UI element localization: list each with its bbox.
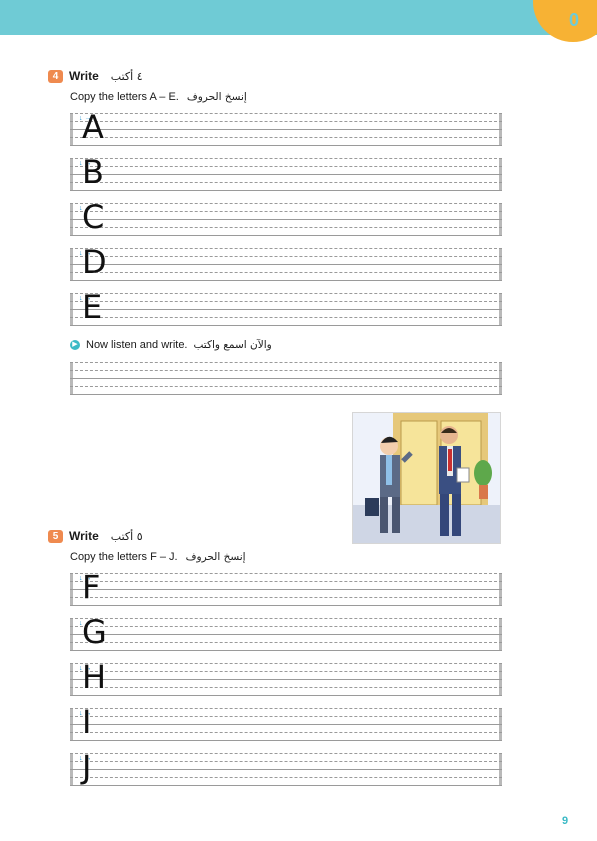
letter-row[interactable]: ↓→ E (70, 289, 502, 326)
guide-line (70, 137, 502, 138)
guide-line (70, 182, 502, 183)
model-letter: A (82, 108, 104, 146)
base-line (70, 174, 502, 175)
listen-text-arabic: والآن اسمع واكتب (193, 339, 272, 351)
unit-number: 0 (568, 10, 579, 30)
guide-line (70, 158, 502, 159)
base-line (70, 394, 502, 395)
guide-line (70, 716, 502, 717)
base-line (70, 309, 502, 310)
guide-line (70, 573, 502, 574)
model-letter: G (82, 613, 107, 651)
model-letter: E (82, 288, 103, 326)
model-letter: C (82, 198, 105, 236)
base-line (70, 129, 502, 130)
base-line (70, 769, 502, 770)
base-line (70, 219, 502, 220)
instruction-text: Copy the letters F – J. (70, 551, 178, 563)
guide-line (70, 113, 502, 114)
letter-row[interactable]: ↓→ A (70, 109, 502, 146)
exercise-4-instruction: Copy the letters A – E. إنسخ الحروف (70, 91, 247, 103)
base-line (70, 589, 502, 590)
exercise-number-badge: 4 (48, 69, 63, 83)
exercise-5-heading: 5 Write ٥ أكتب (48, 528, 143, 544)
base-line (70, 679, 502, 680)
guide-line (70, 362, 502, 363)
base-line (70, 264, 502, 265)
exercise-title: Write (69, 69, 99, 83)
model-letter: F (82, 568, 101, 606)
model-letter: H (82, 658, 107, 696)
base-line (70, 695, 502, 696)
guide-line (70, 256, 502, 257)
exercise-4-heading: 4 Write ٤ أكتب (48, 68, 143, 84)
base-line (70, 325, 502, 326)
listen-text: Now listen and write. (86, 339, 188, 351)
guide-line (70, 671, 502, 672)
letter-row[interactable]: ↓→ J (70, 749, 502, 786)
guide-line (70, 618, 502, 619)
base-line (70, 785, 502, 786)
guide-line (70, 121, 502, 122)
guide-line (70, 732, 502, 733)
two-businessmen-illustration (352, 412, 501, 544)
base-line (70, 724, 502, 725)
base-line (70, 605, 502, 606)
exercise-number-badge: 5 (48, 529, 63, 543)
guide-line (70, 761, 502, 762)
base-line (70, 280, 502, 281)
guide-line (70, 687, 502, 688)
model-letter: I (82, 703, 92, 741)
letter-row[interactable]: ↓→ G (70, 614, 502, 651)
letter-row[interactable]: ↓→ D (70, 244, 502, 281)
guide-line (70, 626, 502, 627)
guide-line (70, 248, 502, 249)
exercise-title-arabic: ٤ أكتب (110, 69, 143, 83)
base-line (70, 650, 502, 651)
letter-row[interactable]: ↓→ C (70, 199, 502, 236)
model-letter: J (82, 748, 92, 786)
base-line (70, 634, 502, 635)
exercise-title: Write (69, 529, 99, 543)
base-line (70, 235, 502, 236)
guide-line (70, 301, 502, 302)
exercise-title-arabic: ٥ أكتب (110, 529, 143, 543)
listen-instruction: ▶ Now listen and write. والآن اسمع واكتب (70, 339, 272, 351)
instruction-arabic: إنسخ الحروف (186, 91, 247, 103)
base-line (70, 378, 502, 379)
model-letter: D (82, 243, 107, 281)
guide-line (70, 777, 502, 778)
page-number: 9 (562, 815, 569, 827)
guide-line (70, 166, 502, 167)
model-letter: B (82, 153, 104, 191)
guide-line (70, 370, 502, 371)
guide-line (70, 386, 502, 387)
audio-icon[interactable]: ▶ (70, 340, 80, 350)
guide-line (70, 272, 502, 273)
guide-line (70, 663, 502, 664)
guide-line (70, 753, 502, 754)
guide-line (70, 211, 502, 212)
base-line (70, 740, 502, 741)
base-line (70, 145, 502, 146)
instruction-arabic: إنسخ الحروف (185, 551, 246, 563)
guide-line (70, 581, 502, 582)
header-bar (0, 0, 597, 35)
guide-line (70, 708, 502, 709)
guide-line (70, 227, 502, 228)
guide-line (70, 203, 502, 204)
guide-line (70, 293, 502, 294)
letter-row[interactable]: ↓→ F (70, 569, 502, 606)
base-line (70, 190, 502, 191)
letter-row[interactable]: ↓→ B (70, 154, 502, 191)
guide-line (70, 597, 502, 598)
letter-row[interactable]: ↓→ I (70, 704, 502, 741)
listen-writing-row[interactable] (70, 362, 502, 395)
exercise-5-instruction: Copy the letters F – J. إنسخ الحروف (70, 551, 246, 563)
guide-line (70, 317, 502, 318)
letter-row[interactable]: ↓→ H (70, 659, 502, 696)
guide-line (70, 642, 502, 643)
instruction-text: Copy the letters A – E. (70, 91, 179, 103)
